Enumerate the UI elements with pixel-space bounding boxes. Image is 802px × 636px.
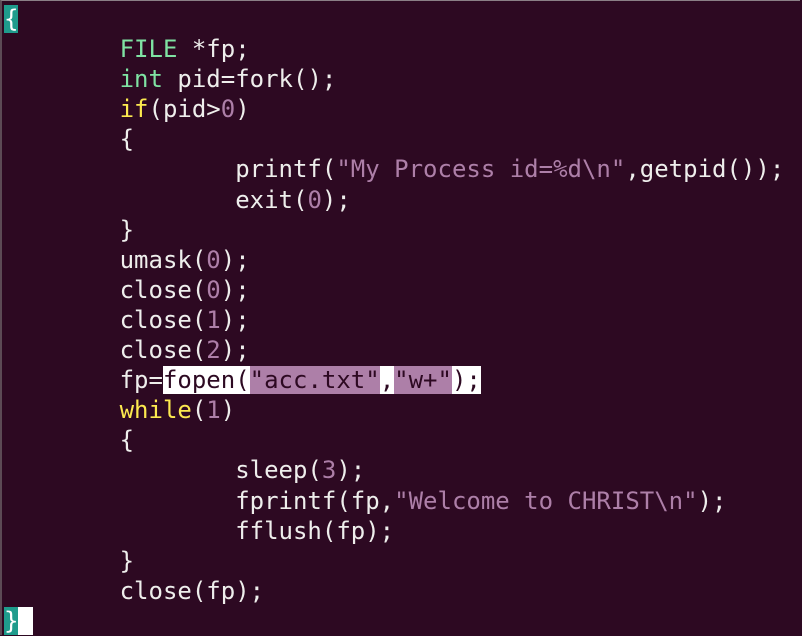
keyword-token: if <box>119 95 149 124</box>
selected-text: fopen( <box>162 366 250 395</box>
code-line: while(1) <box>4 395 784 425</box>
keyword-token: while <box>119 396 192 425</box>
code-line: } <box>4 215 784 245</box>
code-text: umask( <box>4 245 207 274</box>
number-token: 0 <box>220 95 236 124</box>
code-line: } <box>4 606 784 636</box>
type-token: int <box>119 65 163 94</box>
code-text: fp= <box>4 366 163 395</box>
code-text: close(fp); <box>4 576 265 605</box>
code-text: (pid> <box>148 95 221 124</box>
code-text: printf( <box>4 155 337 184</box>
code-line: { <box>4 124 784 154</box>
number-token: 1 <box>206 396 221 425</box>
code-line: exit(0); <box>4 185 784 215</box>
selected-string: "w+" <box>394 366 452 395</box>
number-token: 2 <box>206 336 221 365</box>
code-line: { <box>4 425 784 455</box>
code-text: pid=fork(); <box>162 65 337 94</box>
code-text: ); <box>336 456 366 485</box>
code-line: close(0); <box>4 275 784 305</box>
code-line: fp=fopen("acc.txt","w+"); <box>4 365 784 395</box>
code-text: close( <box>4 305 207 334</box>
number-token: 3 <box>321 456 337 485</box>
number-token: 1 <box>206 305 221 334</box>
code-line: } <box>4 546 784 576</box>
cursor-block <box>18 606 33 635</box>
selected-text: ); <box>451 366 481 395</box>
code-text: ); <box>220 245 250 274</box>
code-line: close(1); <box>4 305 784 335</box>
code-text: close( <box>4 275 207 304</box>
code-text: ); <box>220 275 250 304</box>
number-token: 0 <box>307 185 322 214</box>
selected-text: , <box>379 366 395 395</box>
code-text: fprintf(fp, <box>4 486 395 515</box>
code-text: close( <box>4 336 207 365</box>
selected-string: "acc.txt" <box>249 366 380 395</box>
code-line: printf("My Process id=%d\n",getpid()); <box>4 154 784 184</box>
code-text: *fp; <box>177 35 250 64</box>
code-text: { <box>4 125 135 154</box>
code-text: sleep( <box>4 456 322 485</box>
code-line: close(fp); <box>4 576 784 606</box>
code-text: fflush(fp); <box>4 516 395 545</box>
code-text: ); <box>321 185 351 214</box>
code-line: fflush(fp); <box>4 516 784 546</box>
code-line: umask(0); <box>4 245 784 275</box>
code-text: ( <box>191 396 207 425</box>
code-text: ); <box>220 305 250 334</box>
cursor-brace: } <box>4 606 19 635</box>
code-text: } <box>4 546 135 575</box>
vim-code-buffer[interactable]: { FILE *fp; int pid=fork(); if(pid>0) { … <box>4 4 784 636</box>
terminal-window[interactable]: { FILE *fp; int pid=fork(); if(pid>0) { … <box>0 0 800 635</box>
code-line: int pid=fork(); <box>4 64 784 94</box>
code-text: ,getpid()); <box>625 155 785 184</box>
code-line: { <box>4 4 784 34</box>
code-text: ); <box>220 336 250 365</box>
type-token: FILE <box>119 35 178 64</box>
code-text: ); <box>697 486 727 515</box>
code-text: exit( <box>4 185 308 214</box>
string-token: "Welcome to CHRIST\n" <box>394 486 698 515</box>
code-text: ) <box>235 95 250 124</box>
code-text: } <box>4 215 135 244</box>
cursor-brace: { <box>4 5 19 33</box>
code-text: { <box>4 426 135 455</box>
number-token: 0 <box>206 245 221 274</box>
code-line: if(pid>0) <box>4 94 784 124</box>
code-line: fprintf(fp,"Welcome to CHRIST\n"); <box>4 486 784 516</box>
code-line: FILE *fp; <box>4 34 784 64</box>
code-text: ) <box>220 396 236 425</box>
number-token: 0 <box>206 275 221 304</box>
code-line: close(2); <box>4 335 784 365</box>
string-token: "My Process id=%d\n" <box>336 155 626 184</box>
code-line: sleep(3); <box>4 455 784 485</box>
